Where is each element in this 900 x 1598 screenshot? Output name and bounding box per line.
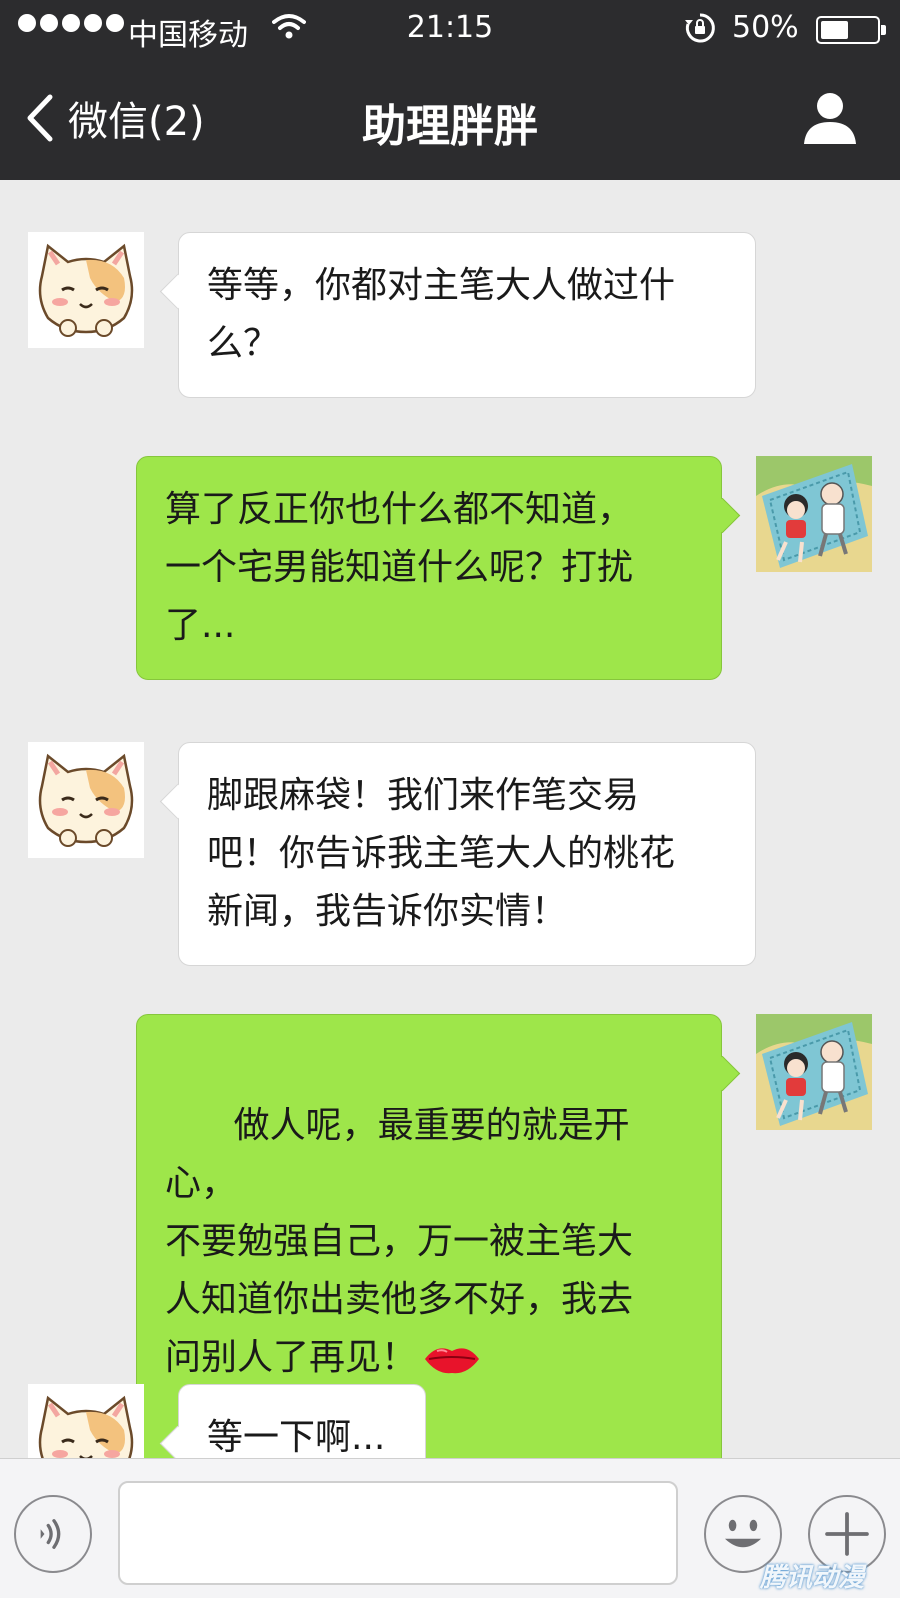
message-bubble[interactable]: 等等，你都对主笔大人做过什 么？ bbox=[178, 232, 756, 398]
cat-face-icon bbox=[28, 742, 144, 858]
chat-area[interactable]: 等等，你都对主笔大人做过什 么？ 算了反正你也什么都不知道， 一个宅男能知道什么… bbox=[0, 180, 900, 1458]
cat-face-icon bbox=[28, 232, 144, 348]
battery-icon bbox=[816, 16, 886, 44]
cat-face-icon bbox=[28, 1384, 144, 1458]
my-avatar[interactable] bbox=[756, 456, 872, 572]
profile-icon[interactable] bbox=[800, 88, 860, 148]
nav-bar: 微信(2) 助理胖胖 bbox=[0, 58, 900, 180]
lips-emoji-icon bbox=[425, 1348, 480, 1374]
contact-avatar[interactable] bbox=[28, 742, 144, 858]
contact-avatar[interactable] bbox=[28, 232, 144, 348]
watermark-logo: 腾讯动漫 bbox=[759, 1563, 864, 1593]
message-bubble[interactable]: 脚跟麻袋！我们来作笔交易 吧！你告诉我主笔大人的桃花 新闻，我告诉你实情！ bbox=[178, 742, 756, 966]
contact-avatar[interactable] bbox=[28, 1384, 144, 1458]
chat-title: 助理胖胖 bbox=[362, 101, 538, 152]
status-bar: 中国移动 21:15 50% bbox=[0, 0, 900, 58]
voice-button[interactable] bbox=[14, 1495, 92, 1573]
cartoon-picnic-icon bbox=[756, 1014, 872, 1130]
message-input[interactable] bbox=[118, 1481, 678, 1585]
message-text: 做人呢，最重要的就是开心， 不要勉强自己，万一被主笔大 人知道你出卖他多不好，我… bbox=[165, 1105, 634, 1378]
my-avatar[interactable] bbox=[756, 1014, 872, 1130]
message-bubble[interactable]: 等一下啊... bbox=[178, 1384, 426, 1458]
input-bar: 腾讯动漫 bbox=[0, 1458, 900, 1598]
message-bubble[interactable]: 算了反正你也什么都不知道， 一个宅男能知道什么呢？打扰 了... bbox=[136, 456, 722, 680]
battery-percent: 50% bbox=[732, 10, 799, 45]
rotation-lock-icon bbox=[685, 13, 715, 43]
cartoon-picnic-icon bbox=[756, 456, 872, 572]
voice-icon bbox=[40, 1519, 61, 1549]
